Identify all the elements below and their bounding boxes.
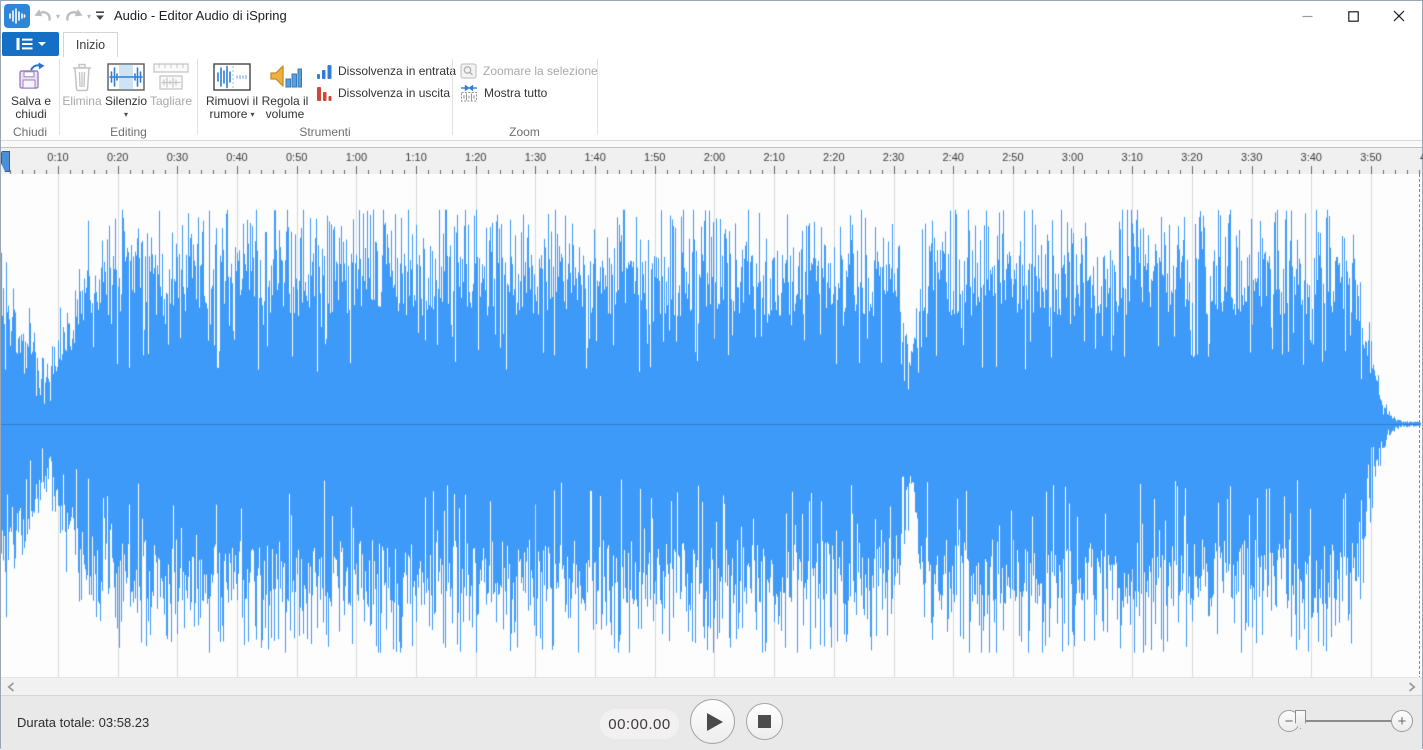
cut-icon [152,59,190,95]
ribbon-bottom-strip [1,141,1422,148]
adjust-volume-button[interactable]: Regola ilvolume [261,59,309,125]
fade-out-icon [316,86,332,101]
show-all-icon [460,85,478,102]
undo-icon [33,8,53,25]
quick-access-toolbar: ▾ ▾ [4,4,106,28]
ribbon: Salva echiudi Elimina [1,57,1422,141]
ruler-ticks [1,148,1423,174]
status-bar: Durata totale: 03:58.23 00:00.00 − + [1,695,1422,750]
silence-dropdown-caret: ▾ [105,108,147,121]
window-title: Audio - Editor Audio di iSpring [114,8,287,23]
main-menu-button[interactable] [2,32,59,56]
close-button[interactable] [1376,1,1422,31]
play-button[interactable] [690,699,735,744]
waveform-canvas[interactable] [1,174,1423,677]
stop-button[interactable] [746,703,783,740]
scroll-right-icon [1408,682,1416,692]
delete-button: Elimina [62,59,102,125]
menu-list-icon [16,38,33,50]
trim-button: Tagliare [149,59,193,125]
undo-button [32,8,54,25]
total-duration-label: Durata totale: 03:58.23 [17,715,149,730]
silence-icon [107,59,145,95]
ribbon-tab-row: Inizio [1,31,1422,57]
fade-out-button[interactable]: Dissolvenza in uscita [316,83,450,103]
silence-button[interactable]: Silenzio ▾ [104,59,148,125]
qat-customize-icon [95,10,105,22]
current-time-display: 00:00.00 [600,709,679,739]
maximize-icon [1348,11,1359,22]
window-controls [1284,1,1422,31]
zoom-selection-icon [460,63,477,79]
undo-dropdown-caret: ▾ [56,12,60,21]
app-window: ▾ ▾ Audio - Editor Audio di iSpring [0,0,1423,749]
group-label-zoom: Zoom [452,125,597,139]
horizontal-scrollbar[interactable] [1,677,1422,695]
redo-icon [64,8,84,25]
zoom-slider-track[interactable] [1298,720,1393,722]
app-icon [4,4,30,28]
scroll-left-button[interactable] [4,680,18,694]
zoom-in-button[interactable]: + [1391,710,1413,732]
scroll-right-button[interactable] [1405,680,1419,694]
fade-in-button[interactable]: Dissolvenza in entrata [316,61,456,81]
zoom-selection-button: Zoomare la selezione [460,61,598,81]
customize-qat-button[interactable] [94,10,106,22]
tab-inizio[interactable]: Inizio [63,32,118,57]
trash-icon [69,59,95,95]
noise-removal-icon [213,59,251,95]
timeline-ruler[interactable] [1,148,1422,174]
remove-noise-button[interactable]: Rimuovi il rumore▾ [203,59,261,125]
redo-button [63,8,85,25]
save-close-button[interactable]: Salva echiudi [6,59,56,125]
waveform-area[interactable] [1,174,1422,677]
close-icon [1393,10,1405,22]
save-close-icon [15,59,47,95]
stop-icon [758,715,771,728]
scroll-left-icon [7,682,15,692]
play-icon [706,712,724,732]
fade-in-icon [316,64,332,79]
volume-icon [268,59,302,95]
title-bar: ▾ ▾ Audio - Editor Audio di iSpring [1,1,1422,31]
minimize-icon [1302,11,1313,22]
maximize-button[interactable] [1330,1,1376,31]
show-all-button[interactable]: Mostra tutto [460,83,547,103]
group-label-chiudi: Chiudi [1,125,59,139]
redo-dropdown-caret: ▾ [87,12,91,21]
group-label-editing: Editing [59,125,198,139]
audio-end-marker [1419,174,1420,689]
menu-caret-icon [38,42,46,46]
minimize-button[interactable] [1284,1,1330,31]
noise-dropdown-caret: ▾ [250,108,254,121]
group-label-strumenti: Strumenti [198,125,452,139]
